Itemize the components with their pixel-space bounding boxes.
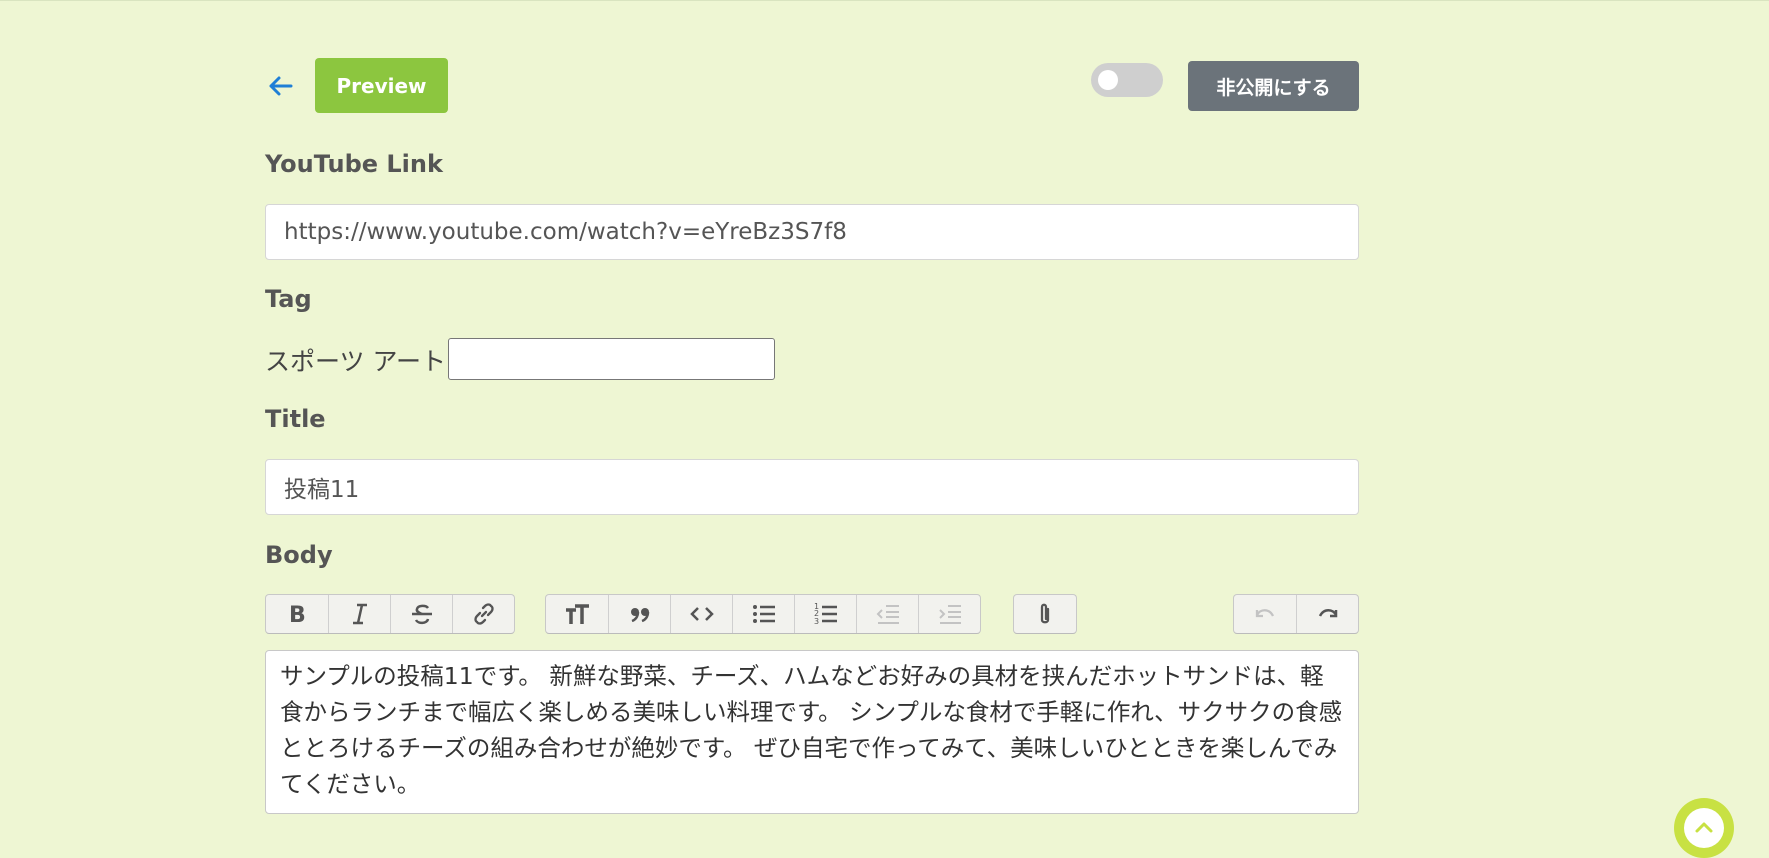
italic-button[interactable] (328, 595, 390, 633)
bold-button[interactable]: B (266, 595, 328, 633)
outdent-icon (876, 605, 899, 624)
heading-button[interactable] (546, 595, 608, 633)
tag-label: Tag (265, 285, 312, 313)
bullet-list-button[interactable] (732, 595, 794, 633)
link-button[interactable] (452, 595, 514, 633)
svg-text:B: B (289, 603, 306, 628)
back-arrow-icon[interactable] (265, 71, 295, 101)
block-tools-group: 123 (545, 594, 981, 634)
bold-icon: B (289, 603, 306, 628)
redo-button[interactable] (1296, 595, 1358, 633)
chevron-up-icon (1695, 822, 1713, 833)
youtube-link-input[interactable] (265, 204, 1359, 260)
redo-icon (1318, 609, 1337, 618)
file-tools-group (1013, 594, 1077, 634)
scroll-to-top-button[interactable] (1674, 798, 1734, 858)
code-icon (689, 607, 714, 621)
title-input[interactable] (265, 459, 1359, 515)
body-editor[interactable]: サンプルの投稿11です。 新鮮な野菜、チーズ、ハムなどお好みの具材を挟んだホット… (265, 650, 1359, 814)
indent-icon (938, 605, 961, 624)
editor-toolbar: B 123 (265, 594, 1359, 634)
indent-button[interactable] (918, 595, 980, 633)
tag-list: スポーツ アート (265, 347, 446, 376)
preview-button[interactable]: Preview (315, 58, 448, 113)
quote-button[interactable] (608, 595, 670, 633)
undo-icon (1255, 609, 1275, 618)
number-list-icon: 123 (814, 602, 837, 626)
code-button[interactable] (670, 595, 732, 633)
undo-button[interactable] (1234, 595, 1296, 633)
attach-icon (1040, 603, 1050, 624)
italic-icon (352, 603, 367, 625)
text-tools-group: B (265, 594, 515, 634)
scroll-top-inner (1684, 808, 1724, 848)
body-label: Body (265, 541, 333, 569)
title-label: Title (265, 405, 326, 433)
svg-text:3: 3 (814, 617, 819, 626)
link-icon (473, 603, 494, 625)
publish-toggle[interactable] (1091, 63, 1163, 97)
toggle-knob (1098, 70, 1118, 90)
tag-row: スポーツ アート (265, 338, 1359, 382)
tag-input[interactable] (448, 338, 775, 380)
quote-icon (630, 608, 649, 623)
attach-button[interactable] (1014, 595, 1076, 633)
youtube-link-label: YouTube Link (265, 150, 443, 178)
heading-icon (566, 604, 589, 624)
strikethrough-button[interactable] (390, 595, 452, 633)
header-row: Preview 非公開にする (265, 58, 1359, 114)
number-list-button[interactable]: 123 (794, 595, 856, 633)
outdent-button[interactable] (856, 595, 918, 633)
make-private-button[interactable]: 非公開にする (1188, 61, 1359, 111)
history-tools-group (1233, 594, 1359, 634)
bullet-list-icon (752, 605, 775, 623)
strikethrough-icon (411, 604, 432, 625)
top-divider (0, 0, 1769, 1)
